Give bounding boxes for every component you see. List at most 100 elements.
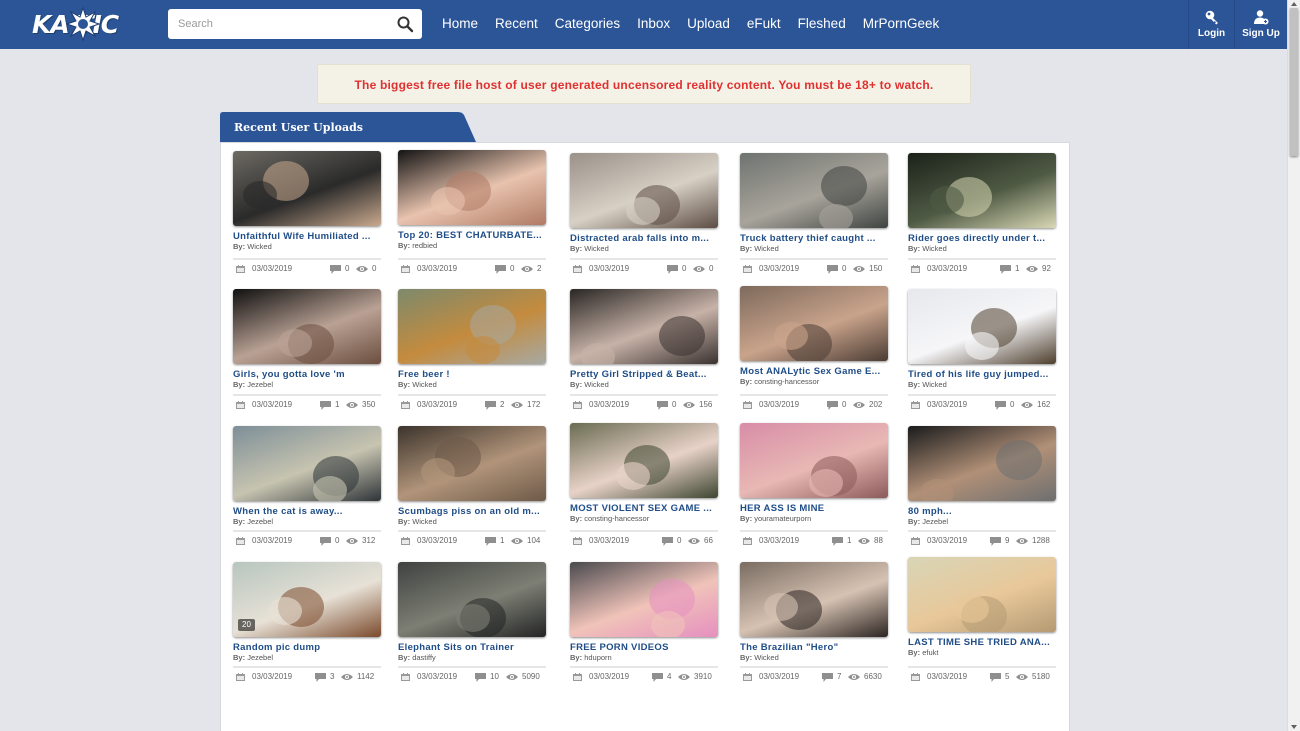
scroll-up-arrow-icon[interactable] <box>1291 2 1297 6</box>
uploader-name-link[interactable]: Wicked <box>247 242 272 251</box>
upload-title-link[interactable]: When the cat is away... <box>233 506 381 517</box>
upload-title-link[interactable]: The Brazilian "Hero" <box>740 642 888 653</box>
by-prefix: By: <box>740 377 753 386</box>
site-logo[interactable]: KA TIC <box>30 6 136 42</box>
uploader-name-link[interactable]: youramateurporn <box>754 514 811 523</box>
upload-title-link[interactable]: MOST VIOLENT SEX GAME ... <box>570 503 718 514</box>
scrollbar-thumb[interactable] <box>1290 8 1298 156</box>
uploader-line: By: Wicked <box>740 653 779 662</box>
upload-meta-row: 03/03/2019 2 172 <box>398 394 546 412</box>
video-thumbnail[interactable] <box>908 557 1056 632</box>
nav-upload[interactable]: Upload <box>687 16 730 31</box>
upload-title-link[interactable]: Random pic dump <box>233 642 381 653</box>
video-thumbnail[interactable] <box>740 286 888 361</box>
video-thumbnail[interactable]: 20 <box>233 562 381 637</box>
video-thumbnail[interactable] <box>740 423 888 498</box>
upload-title-link[interactable]: Pretty Girl Stripped & Beat... <box>570 369 718 380</box>
video-thumbnail[interactable] <box>233 151 381 226</box>
uploader-name-link[interactable]: Wicked <box>412 517 437 526</box>
uploader-name-link[interactable]: Wicked <box>412 380 437 389</box>
video-thumbnail[interactable] <box>233 289 381 364</box>
video-thumbnail[interactable] <box>398 426 546 501</box>
uploader-name-link[interactable]: Jezebel <box>247 380 273 389</box>
video-thumbnail[interactable] <box>570 562 718 637</box>
search-icon[interactable] <box>396 15 414 33</box>
login-button[interactable]: Login <box>1188 0 1234 49</box>
upload-date: 03/03/2019 <box>417 264 458 273</box>
video-thumbnail[interactable] <box>233 426 381 501</box>
uploader-name-link[interactable]: Jezebel <box>247 517 273 526</box>
upload-title-link[interactable]: Truck battery thief caught ... <box>740 233 888 244</box>
nav-inbox[interactable]: Inbox <box>637 16 670 31</box>
comment-count: 1 <box>1015 264 1020 273</box>
uploader-name-link[interactable]: hduporn <box>584 653 612 662</box>
by-prefix: By: <box>233 380 246 389</box>
upload-title-link[interactable]: Distracted arab falls into m... <box>570 233 718 244</box>
calendar-icon <box>743 537 752 545</box>
uploader-name-link[interactable]: Jezebel <box>922 517 948 526</box>
uploader-name-link[interactable]: Wicked <box>922 380 947 389</box>
uploader-name-link[interactable]: Jezebel <box>247 653 273 662</box>
video-thumbnail[interactable] <box>570 423 718 498</box>
upload-meta-row: 03/03/2019 1 92 <box>908 258 1056 276</box>
view-count: 172 <box>527 400 541 409</box>
video-thumbnail[interactable] <box>908 153 1056 228</box>
signup-button[interactable]: Sign Up <box>1234 0 1287 49</box>
uploader-name-link[interactable]: consting-hancessor <box>584 514 649 523</box>
upload-title-link[interactable]: 80 mph... <box>908 506 1056 517</box>
upload-title-link[interactable]: Scumbags piss on an old m... <box>398 506 546 517</box>
uploader-name-link[interactable]: Wicked <box>922 244 947 253</box>
uploader-line: By: Wicked <box>398 517 437 526</box>
calendar-icon <box>401 265 410 273</box>
scroll-down-arrow-icon[interactable] <box>1291 725 1297 729</box>
nav-categories[interactable]: Categories <box>555 16 620 31</box>
comment-count: 0 <box>1010 400 1015 409</box>
upload-title-link[interactable]: LAST TIME SHE TRIED ANA... <box>908 637 1056 648</box>
nav-fleshed[interactable]: Fleshed <box>798 16 846 31</box>
upload-title-link[interactable]: Girls, you gotta love 'm <box>233 369 381 380</box>
upload-title-link[interactable]: Top 20: BEST CHATURBATE... <box>398 230 546 241</box>
upload-title-link[interactable]: Rider goes directly under t... <box>908 233 1056 244</box>
upload-title-link[interactable]: Unfaithful Wife Humiliated ... <box>233 231 381 242</box>
video-thumbnail[interactable] <box>570 153 718 228</box>
page-scrollbar[interactable] <box>1287 0 1300 731</box>
upload-meta-row: 03/03/2019 5 5180 <box>908 666 1056 684</box>
by-prefix: By: <box>233 653 246 662</box>
nav-efukt[interactable]: eFukt <box>747 16 781 31</box>
uploader-name-link[interactable]: Wicked <box>754 653 779 662</box>
view-count: 3910 <box>694 672 712 681</box>
video-thumbnail[interactable] <box>908 426 1056 501</box>
add-user-icon <box>1254 10 1269 25</box>
uploader-name-link[interactable]: dastiffy <box>412 653 436 662</box>
search-input[interactable] <box>178 16 378 32</box>
view-count: 92 <box>1042 264 1051 273</box>
comment-count: 0 <box>677 536 682 545</box>
upload-meta-row: 03/03/2019 9 1288 <box>908 530 1056 548</box>
upload-title-link[interactable]: Elephant Sits on Trainer <box>398 642 546 653</box>
uploader-name-link[interactable]: redbied <box>412 241 437 250</box>
nav-mrporngeek[interactable]: MrPornGeek <box>863 16 940 31</box>
video-thumbnail[interactable] <box>570 289 718 364</box>
video-thumbnail[interactable] <box>740 562 888 637</box>
upload-title-link[interactable]: Tired of his life guy jumped... <box>908 369 1056 380</box>
nav-recent[interactable]: Recent <box>495 16 538 31</box>
by-prefix: By: <box>740 653 753 662</box>
video-thumbnail[interactable] <box>740 153 888 228</box>
uploader-name-link[interactable]: Wicked <box>754 244 779 253</box>
video-thumbnail[interactable] <box>398 289 546 364</box>
upload-title-link[interactable]: HER ASS IS MINE <box>740 503 888 514</box>
comment-icon <box>652 673 663 682</box>
video-thumbnail[interactable] <box>398 150 546 225</box>
uploader-name-link[interactable]: consting-hancessor <box>754 377 819 386</box>
upload-title-link[interactable]: Most ANALytic Sex Game E... <box>740 366 888 377</box>
nav-home[interactable]: Home <box>442 16 478 31</box>
eye-icon <box>688 538 700 544</box>
upload-title-link[interactable]: FREE PORN VIDEOS <box>570 642 718 653</box>
video-thumbnail[interactable] <box>908 289 1056 364</box>
upload-title-link[interactable]: Free beer ! <box>398 369 546 380</box>
video-thumbnail[interactable] <box>398 562 546 637</box>
view-count: 312 <box>362 536 376 545</box>
uploader-name-link[interactable]: efukt <box>922 648 938 657</box>
uploader-name-link[interactable]: Wicked <box>584 244 609 253</box>
uploader-name-link[interactable]: Wicked <box>584 380 609 389</box>
